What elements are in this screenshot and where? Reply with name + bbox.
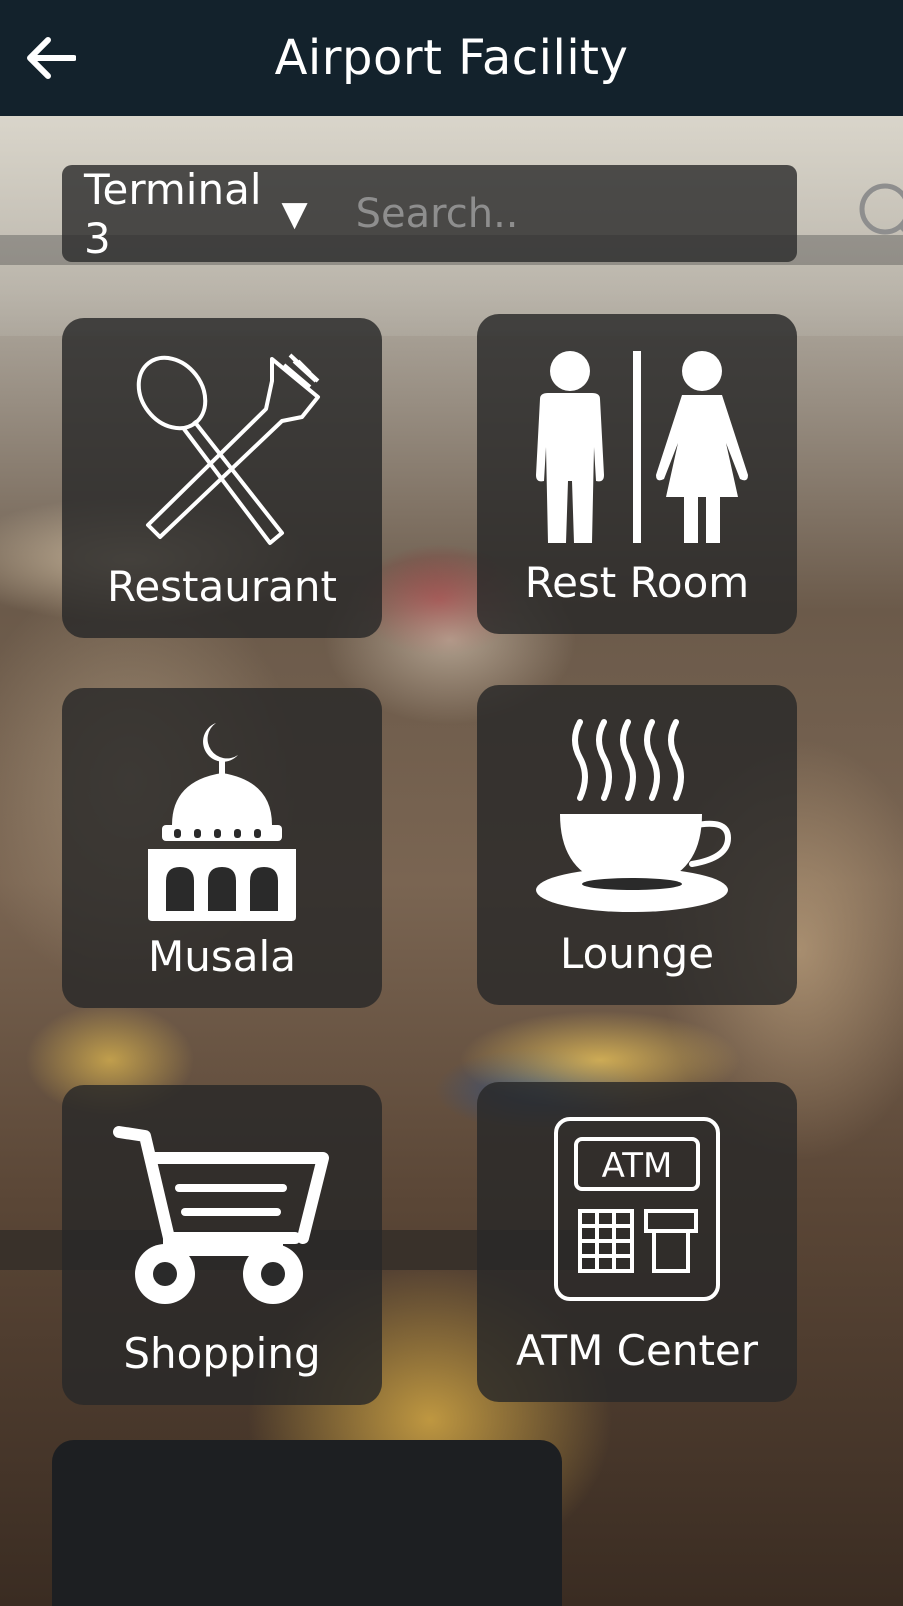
atm-icon-text: ATM [602,1146,673,1186]
tile-label: Rest Room [524,558,750,607]
chair-back [52,1440,562,1606]
tile-musala[interactable]: Musala [62,688,382,1008]
atm-icon: ATM [554,1117,720,1301]
back-button[interactable] [20,28,80,88]
tile-lounge[interactable]: Lounge [477,685,797,1005]
tile-label: Shopping [123,1329,321,1378]
search-input[interactable] [353,189,857,238]
tile-atm-center[interactable]: ATM ATM Center [477,1082,797,1402]
tile-shopping[interactable]: Shopping [62,1085,382,1405]
tile-rest-room[interactable]: Rest Room [477,314,797,634]
tile-label: Restaurant [107,562,337,611]
shopping-cart-icon [113,1126,329,1304]
tile-label: ATM Center [515,1326,759,1375]
chevron-down-icon: ▼ [281,193,308,234]
restroom-icon [536,351,748,543]
search-bar: Terminal 3 ▼ [62,164,903,263]
coffee-cup-icon [536,719,732,912]
page-title: Airport Facility [274,30,629,86]
tile-label: Lounge [559,929,715,978]
search-icon [859,183,903,234]
mosque-icon [148,723,296,921]
terminal-dropdown[interactable]: Terminal 3 ▼ [62,164,308,263]
arrow-left-icon [27,37,76,79]
terminal-selected: Terminal 3 [84,164,262,263]
search-button[interactable] [857,179,903,249]
tile-restaurant[interactable]: Restaurant [62,318,382,638]
fork-spoon-icon [136,353,320,545]
app-header: Airport Facility [0,0,903,116]
tile-label: Musala [148,932,296,981]
